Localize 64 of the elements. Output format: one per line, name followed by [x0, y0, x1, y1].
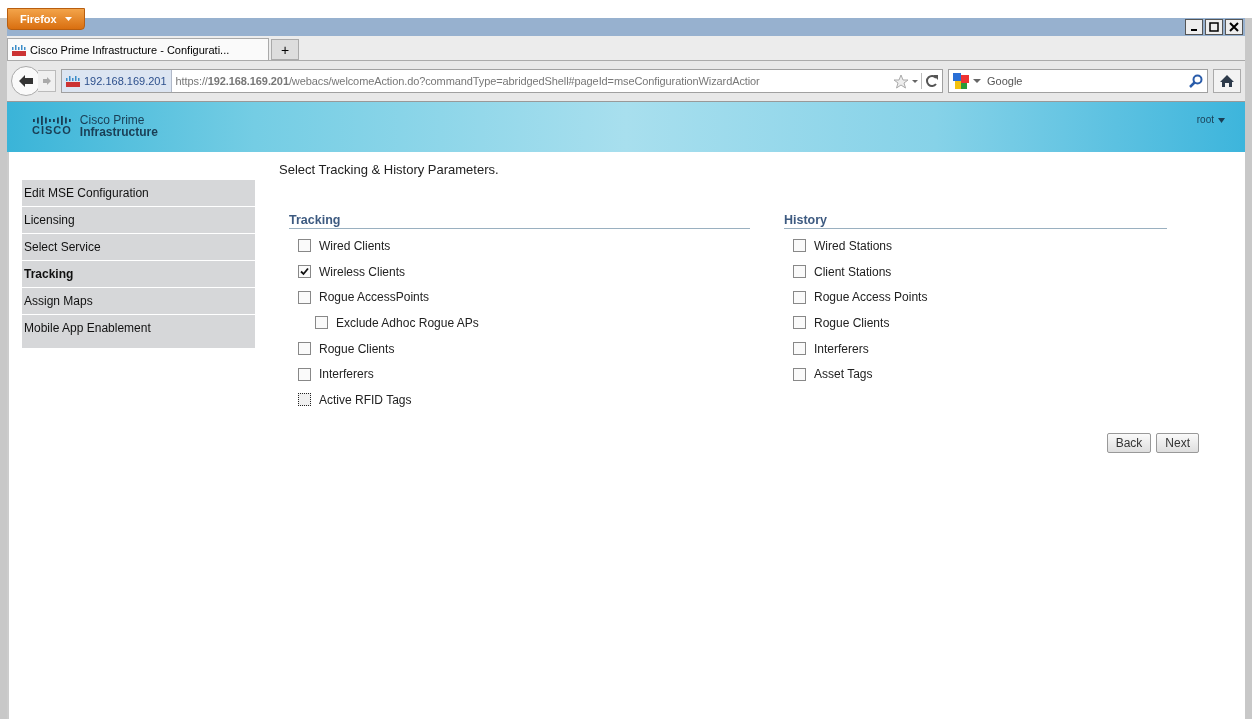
home-button[interactable]: [1213, 69, 1241, 93]
checkbox-label: Rogue Access Points: [814, 290, 928, 305]
sidebar-item[interactable]: Select Service: [22, 234, 255, 261]
section-title: History: [784, 213, 1167, 229]
url-text: https://192.168.169.201/webacs/welcomeAction.do?commandType=abridgedShell#pageId=mseConfigurationWizardActior: [174, 75, 761, 87]
checkbox[interactable]: [298, 290, 311, 304]
sidebar-item[interactable]: Edit MSE Configuration: [22, 180, 255, 207]
sidebar-item[interactable]: Tracking: [22, 261, 255, 288]
checkbox-label: Wireless Clients: [319, 264, 405, 279]
checkbox[interactable]: [793, 290, 806, 304]
sidebar-item[interactable]: Mobile App Enablement: [22, 315, 255, 349]
search-engine-icon[interactable]: [953, 73, 969, 89]
checkbox-label: Interferers: [814, 341, 869, 356]
sidebar-item[interactable]: Assign Maps: [22, 288, 255, 315]
checkbox[interactable]: [793, 316, 806, 330]
checkbox[interactable]: [793, 265, 806, 279]
back-icon[interactable]: [11, 66, 41, 96]
new-tab-button[interactable]: +: [271, 39, 299, 60]
minimize-button[interactable]: [1185, 19, 1203, 35]
checkbox[interactable]: [793, 239, 806, 253]
checkbox[interactable]: [298, 367, 311, 381]
dropdown-icon[interactable]: [973, 78, 981, 84]
address-bar[interactable]: 192.168.169.201 https://192.168.169.201/webacs/welcomeAction.do?commandType=abridgedShell#pageId=mseConfigurationWizardActior: [61, 69, 943, 93]
checkbox-label: Wired Clients: [319, 238, 391, 253]
maximize-icon: [1209, 22, 1219, 32]
cisco-logo-icon: [66, 75, 80, 87]
wizard-button[interactable]: Next: [1156, 432, 1199, 453]
checkbox-label: Interferers: [319, 367, 374, 382]
wizard-button[interactable]: Back: [1106, 432, 1152, 453]
product-name: Cisco Prime: [79, 114, 146, 126]
star-icon[interactable]: [893, 73, 909, 89]
search-box[interactable]: Google: [948, 69, 1208, 93]
checkbox-label: Rogue AccessPoints: [319, 290, 430, 305]
close-button[interactable]: [1225, 19, 1243, 35]
logo-wordmark: CISCO: [32, 125, 72, 136]
checkbox-label: Rogue Clients: [319, 341, 395, 356]
checkbox-label: Wired Stations: [814, 238, 893, 253]
caret-icon: [1218, 118, 1225, 123]
product-name: Infrastructure: [79, 126, 158, 138]
home-icon: [1219, 74, 1235, 88]
search-icon[interactable]: [1189, 74, 1203, 88]
cisco-bars-icon: [32, 116, 71, 125]
checkbox[interactable]: [793, 367, 806, 381]
checkbox-label: Rogue Clients: [814, 315, 890, 330]
caret-icon: [64, 17, 72, 21]
section-title: Tracking: [289, 213, 750, 229]
checkbox-label: Client Stations: [814, 264, 892, 279]
site-identity[interactable]: 192.168.169.201: [62, 70, 172, 92]
browser-tab[interactable]: Cisco Prime Infrastructure - Configurati...: [7, 38, 269, 60]
checkbox-label: Active RFID Tags: [319, 392, 412, 407]
checkbox[interactable]: [298, 393, 311, 407]
sidebar-item[interactable]: Licensing: [22, 207, 255, 234]
user-menu[interactable]: root: [1196, 114, 1225, 125]
maximize-button[interactable]: [1205, 19, 1223, 35]
checkbox[interactable]: [315, 316, 328, 330]
cisco-logo-icon: [12, 43, 26, 56]
close-icon: [1229, 22, 1239, 32]
checkbox[interactable]: [298, 342, 311, 356]
checkbox-label: Asset Tags: [814, 367, 873, 382]
checkbox[interactable]: [793, 342, 806, 356]
checkbox[interactable]: [298, 265, 311, 279]
checkbox[interactable]: [298, 239, 311, 253]
checkbox-label: Exclude Adhoc Rogue APs: [336, 315, 479, 330]
page-title: Select Tracking & History Parameters.: [279, 162, 500, 177]
